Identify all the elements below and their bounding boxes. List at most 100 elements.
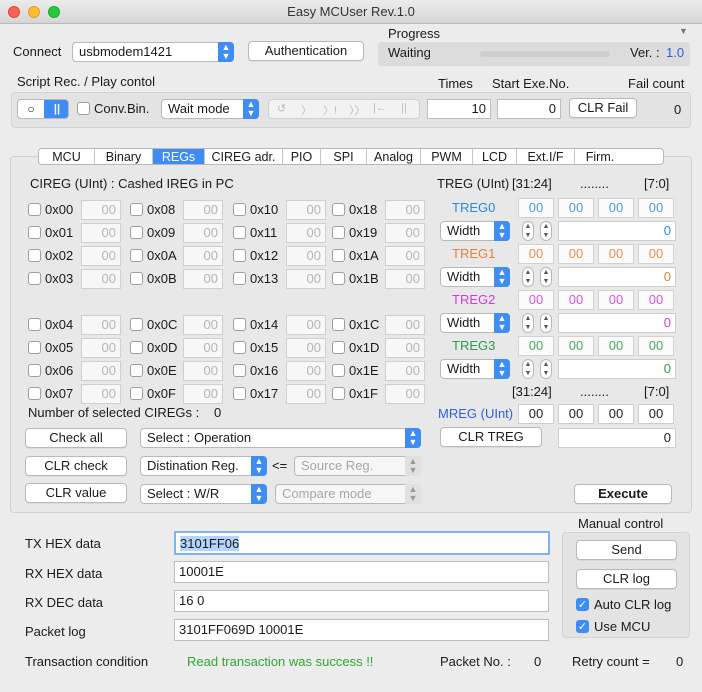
- treg0-width-select[interactable]: Width ▲ ▼: [440, 221, 510, 241]
- treg1-byte-1[interactable]: 00: [598, 244, 634, 264]
- tab-ext-i-f[interactable]: Ext.I/F: [517, 149, 575, 164]
- cireg-0x16-checkbox[interactable]: [233, 364, 246, 377]
- treg2-byte-2[interactable]: 00: [558, 290, 594, 310]
- clr-log-button[interactable]: CLR log: [576, 569, 677, 589]
- compare-mode-select[interactable]: Compare mode ▲ ▼: [275, 484, 421, 504]
- cireg-0x08-value[interactable]: 00: [183, 200, 223, 220]
- tab-spi[interactable]: SPI: [321, 149, 367, 164]
- treg3-byte-2[interactable]: 00: [558, 336, 594, 356]
- step-forward-icon[interactable]: 〉: [301, 102, 312, 118]
- cireg-0x1c-checkbox[interactable]: [332, 318, 345, 331]
- cireg-0x11-value[interactable]: 00: [286, 223, 326, 243]
- rewind-icon[interactable]: ↺: [277, 102, 286, 115]
- treg2-byte-0[interactable]: 00: [638, 290, 674, 310]
- select-wr-select[interactable]: Select : W/R ▲ ▼: [140, 484, 267, 504]
- cireg-0x02-value[interactable]: 00: [81, 246, 121, 266]
- mreg-byte-2[interactable]: 00: [558, 404, 594, 424]
- cireg-0x00-checkbox[interactable]: [28, 203, 41, 216]
- tab-firm[interactable]: Firm.: [575, 149, 625, 164]
- cireg-0x0b-checkbox[interactable]: [130, 272, 143, 285]
- treg3-byte-1[interactable]: 00: [598, 336, 634, 356]
- tab-lcd[interactable]: LCD: [473, 149, 517, 164]
- cireg-0x18-value[interactable]: 00: [385, 200, 425, 220]
- clr-treg-button[interactable]: CLR TREG: [440, 427, 542, 447]
- cireg-0x18-checkbox[interactable]: [332, 203, 345, 216]
- cireg-0x02-checkbox[interactable]: [28, 249, 41, 262]
- tab-cireg-adr[interactable]: CIREG adr.: [205, 149, 283, 164]
- start-exe-input[interactable]: 0: [497, 99, 561, 119]
- cireg-0x15-value[interactable]: 00: [286, 338, 326, 358]
- cireg-0x1b-value[interactable]: 00: [385, 269, 425, 289]
- tab-analog[interactable]: Analog: [367, 149, 421, 164]
- cireg-0x12-checkbox[interactable]: [233, 249, 246, 262]
- cireg-0x0d-checkbox[interactable]: [130, 341, 143, 354]
- treg3-stepper-b[interactable]: ▲ ▼: [540, 359, 552, 379]
- cireg-0x04-value[interactable]: 00: [81, 315, 121, 335]
- cireg-0x01-value[interactable]: 00: [81, 223, 121, 243]
- cireg-0x05-value[interactable]: 00: [81, 338, 121, 358]
- cireg-0x17-value[interactable]: 00: [286, 384, 326, 404]
- cireg-0x11-checkbox[interactable]: [233, 226, 246, 239]
- clr-fail-button[interactable]: CLR Fail: [569, 98, 637, 118]
- cireg-0x06-value[interactable]: 00: [81, 361, 121, 381]
- conv-bin-checkbox[interactable]: [77, 102, 90, 115]
- cireg-0x08-checkbox[interactable]: [130, 203, 143, 216]
- treg0-byte-3[interactable]: 00: [518, 198, 554, 218]
- use-mcu-checkbox[interactable]: ✓: [576, 620, 589, 633]
- treg1-value[interactable]: 0: [558, 267, 676, 287]
- cireg-0x07-checkbox[interactable]: [28, 387, 41, 400]
- cireg-0x1c-value[interactable]: 00: [385, 315, 425, 335]
- cireg-0x01-checkbox[interactable]: [28, 226, 41, 239]
- treg2-value[interactable]: 0: [558, 313, 676, 333]
- cireg-0x03-checkbox[interactable]: [28, 272, 41, 285]
- tab-mcu[interactable]: MCU: [39, 149, 95, 164]
- cireg-0x1d-value[interactable]: 00: [385, 338, 425, 358]
- cireg-0x0e-checkbox[interactable]: [130, 364, 143, 377]
- cireg-0x09-value[interactable]: 00: [183, 223, 223, 243]
- treg3-value[interactable]: 0: [558, 359, 676, 379]
- cireg-0x19-checkbox[interactable]: [332, 226, 345, 239]
- authentication-button[interactable]: Authentication: [248, 41, 364, 61]
- cireg-0x09-checkbox[interactable]: [130, 226, 143, 239]
- mreg-byte-3[interactable]: 00: [518, 404, 554, 424]
- treg2-byte-3[interactable]: 00: [518, 290, 554, 310]
- treg0-byte-2[interactable]: 00: [558, 198, 594, 218]
- treg1-width-select[interactable]: Width ▲ ▼: [440, 267, 510, 287]
- cireg-0x0a-checkbox[interactable]: [130, 249, 143, 262]
- tab-regs[interactable]: REGs: [153, 149, 205, 164]
- cireg-0x1a-checkbox[interactable]: [332, 249, 345, 262]
- treg2-stepper-b[interactable]: ▲ ▼: [540, 313, 552, 333]
- tx-hex-input[interactable]: 3101FF06: [174, 531, 550, 555]
- cireg-0x10-checkbox[interactable]: [233, 203, 246, 216]
- times-input[interactable]: 10: [427, 99, 491, 119]
- cireg-0x15-checkbox[interactable]: [233, 341, 246, 354]
- cireg-0x03-value[interactable]: 00: [81, 269, 121, 289]
- cireg-0x07-value[interactable]: 00: [81, 384, 121, 404]
- cireg-0x0e-value[interactable]: 00: [183, 361, 223, 381]
- treg1-byte-2[interactable]: 00: [558, 244, 594, 264]
- cireg-0x1e-value[interactable]: 00: [385, 361, 425, 381]
- cireg-0x06-checkbox[interactable]: [28, 364, 41, 377]
- treg1-byte-3[interactable]: 00: [518, 244, 554, 264]
- cireg-0x14-checkbox[interactable]: [233, 318, 246, 331]
- cireg-0x0b-value[interactable]: 00: [183, 269, 223, 289]
- cireg-0x10-value[interactable]: 00: [286, 200, 326, 220]
- send-button[interactable]: Send: [576, 540, 677, 560]
- cireg-0x0f-value[interactable]: 00: [183, 384, 223, 404]
- rx-hex-field[interactable]: 10001E: [174, 561, 549, 583]
- treg0-byte-1[interactable]: 00: [598, 198, 634, 218]
- disclosure-triangle-icon[interactable]: ▼: [679, 26, 688, 36]
- mreg-byte-1[interactable]: 00: [598, 404, 634, 424]
- to-start-icon[interactable]: |←: [373, 102, 387, 114]
- stop-icon[interactable]: ||: [401, 102, 407, 114]
- treg2-width-select[interactable]: Width ▲ ▼: [440, 313, 510, 333]
- cireg-0x16-value[interactable]: 00: [286, 361, 326, 381]
- record-circle-icon[interactable]: ○: [18, 100, 44, 118]
- treg3-byte-3[interactable]: 00: [518, 336, 554, 356]
- mreg-byte-0[interactable]: 00: [638, 404, 674, 424]
- cireg-0x1b-checkbox[interactable]: [332, 272, 345, 285]
- cireg-0x0f-checkbox[interactable]: [130, 387, 143, 400]
- cireg-0x0c-value[interactable]: 00: [183, 315, 223, 335]
- clr-value-button[interactable]: CLR value: [25, 483, 127, 503]
- treg1-stepper-a[interactable]: ▲ ▼: [522, 267, 534, 287]
